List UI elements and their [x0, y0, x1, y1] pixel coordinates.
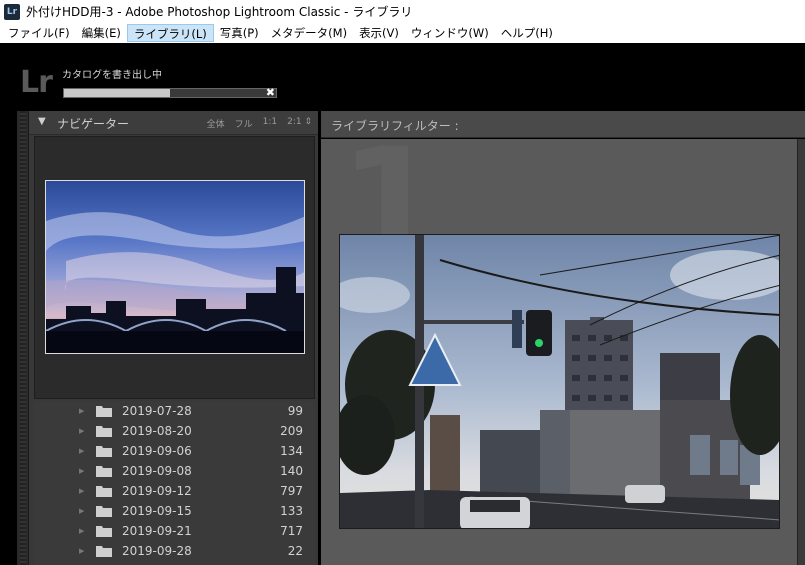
menu-photo[interactable]: 写真(P)	[214, 24, 265, 42]
menu-library[interactable]: ライブラリ(L)	[126, 24, 214, 42]
zoom-options: 全体 フル 1:1 2:1 ⇕	[207, 117, 312, 130]
folder-name: 2019-09-08	[122, 464, 192, 478]
menu-file[interactable]: ファイル(F)	[2, 24, 76, 42]
navigator-preview	[34, 136, 315, 399]
navigator-title: ナビゲーター	[57, 117, 130, 131]
folder-icon	[96, 466, 112, 477]
folder-row[interactable]: ▶ 2019-09-21 717	[34, 521, 315, 541]
folder-row[interactable]: ▶ 2019-09-15 133	[34, 501, 315, 521]
collapse-triangle-icon[interactable]: ▼	[38, 116, 46, 127]
sky-photo	[46, 181, 304, 353]
right-panel-edge[interactable]	[797, 139, 805, 565]
folder-icon	[96, 546, 112, 557]
left-panel: ▼ ナビゲーター 全体 フル 1:1 2:1 ⇕ ▶ 2019-07-28 99…	[29, 111, 318, 565]
folder-row[interactable]: ▶ 2019-09-08 140	[34, 461, 315, 481]
title-bar: Lr 外付けHDD用-3 - Adobe Photoshop Lightroom…	[0, 0, 805, 23]
folder-icon	[96, 486, 112, 497]
expand-triangle-icon[interactable]: ▶	[79, 527, 84, 535]
menu-bar: ファイル(F) 編集(E) ライブラリ(L) 写真(P) メタデータ(M) 表示…	[0, 23, 805, 43]
folder-name: 2019-09-06	[122, 444, 192, 458]
zoom-fill[interactable]: フル	[235, 117, 253, 130]
folder-count: 134	[280, 444, 303, 458]
folder-icon	[96, 446, 112, 457]
menu-edit[interactable]: 編集(E)	[76, 24, 127, 42]
expand-triangle-icon[interactable]: ▶	[79, 427, 84, 435]
folder-name: 2019-07-28	[122, 404, 192, 418]
expand-triangle-icon[interactable]: ▶	[79, 487, 84, 495]
panel-grip	[20, 111, 26, 565]
folder-count: 209	[280, 424, 303, 438]
folder-icon	[96, 426, 112, 437]
folder-count: 717	[280, 524, 303, 538]
folder-row[interactable]: ▶ 2019-09-06 134	[34, 441, 315, 461]
folder-name: 2019-09-15	[122, 504, 192, 518]
loupe-view: 1	[321, 139, 797, 565]
progress-fill	[64, 89, 170, 97]
folder-count: 133	[280, 504, 303, 518]
folder-name: 2019-09-12	[122, 484, 192, 498]
folder-row[interactable]: ▶ 2019-09-12 797	[34, 481, 315, 501]
lr-logo: Lr	[20, 65, 53, 100]
folder-name: 2019-08-20	[122, 424, 192, 438]
menu-metadata[interactable]: メタデータ(M)	[265, 24, 353, 42]
folder-count: 22	[287, 544, 303, 558]
zoom-2-1[interactable]: 2:1 ⇕	[287, 117, 312, 130]
expand-triangle-icon[interactable]: ▶	[79, 547, 84, 555]
lightroom-app-icon[interactable]: Lr	[4, 3, 20, 20]
folder-row[interactable]: ▶ 2019-07-28 99	[34, 401, 315, 421]
left-panel-edge[interactable]	[17, 111, 29, 565]
navigator-header[interactable]: ▼ ナビゲーター 全体 フル 1:1 2:1 ⇕	[29, 111, 318, 135]
folder-row[interactable]: ▶ 2019-08-20 209	[34, 421, 315, 441]
zoom-1-1[interactable]: 1:1	[263, 117, 277, 130]
folder-count: 99	[287, 404, 303, 418]
menu-help[interactable]: ヘルプ(H)	[495, 24, 559, 42]
folder-icon	[96, 406, 112, 417]
expand-triangle-icon[interactable]: ▶	[79, 507, 84, 515]
folder-list: ▶ 2019-07-28 99 ▶ 2019-08-20 209 ▶ 2019-09-06 13…	[34, 401, 315, 565]
navigator-thumbnail[interactable]	[45, 180, 305, 354]
folder-icon	[96, 526, 112, 537]
main-photo[interactable]	[339, 234, 780, 529]
zoom-fit[interactable]: 全体	[207, 117, 225, 130]
folder-count: 797	[280, 484, 303, 498]
library-filter-bar: ライブラリフィルター :	[321, 111, 805, 138]
folder-icon	[96, 506, 112, 517]
identity-plate: Lr カタログを書き出し中 ✖	[0, 43, 805, 111]
library-filter-label[interactable]: ライブラリフィルター :	[331, 117, 459, 134]
close-icon[interactable]: ✖	[266, 86, 275, 100]
progress-label: カタログを書き出し中	[62, 70, 162, 81]
expand-triangle-icon[interactable]: ▶	[79, 467, 84, 475]
street-photo	[340, 235, 779, 528]
folder-count: 140	[280, 464, 303, 478]
menu-view[interactable]: 表示(V)	[353, 24, 405, 42]
progress-bar: ✖	[63, 86, 277, 100]
expand-triangle-icon[interactable]: ▶	[79, 447, 84, 455]
menu-window[interactable]: ウィンドウ(W)	[405, 24, 495, 42]
folder-row[interactable]: ▶ 2019-09-28 22	[34, 541, 315, 561]
folder-name: 2019-09-28	[122, 544, 192, 558]
expand-triangle-icon[interactable]: ▶	[79, 407, 84, 415]
window-title: 外付けHDD用-3 - Adobe Photoshop Lightroom Cl…	[26, 5, 413, 19]
folder-name: 2019-09-21	[122, 524, 192, 538]
